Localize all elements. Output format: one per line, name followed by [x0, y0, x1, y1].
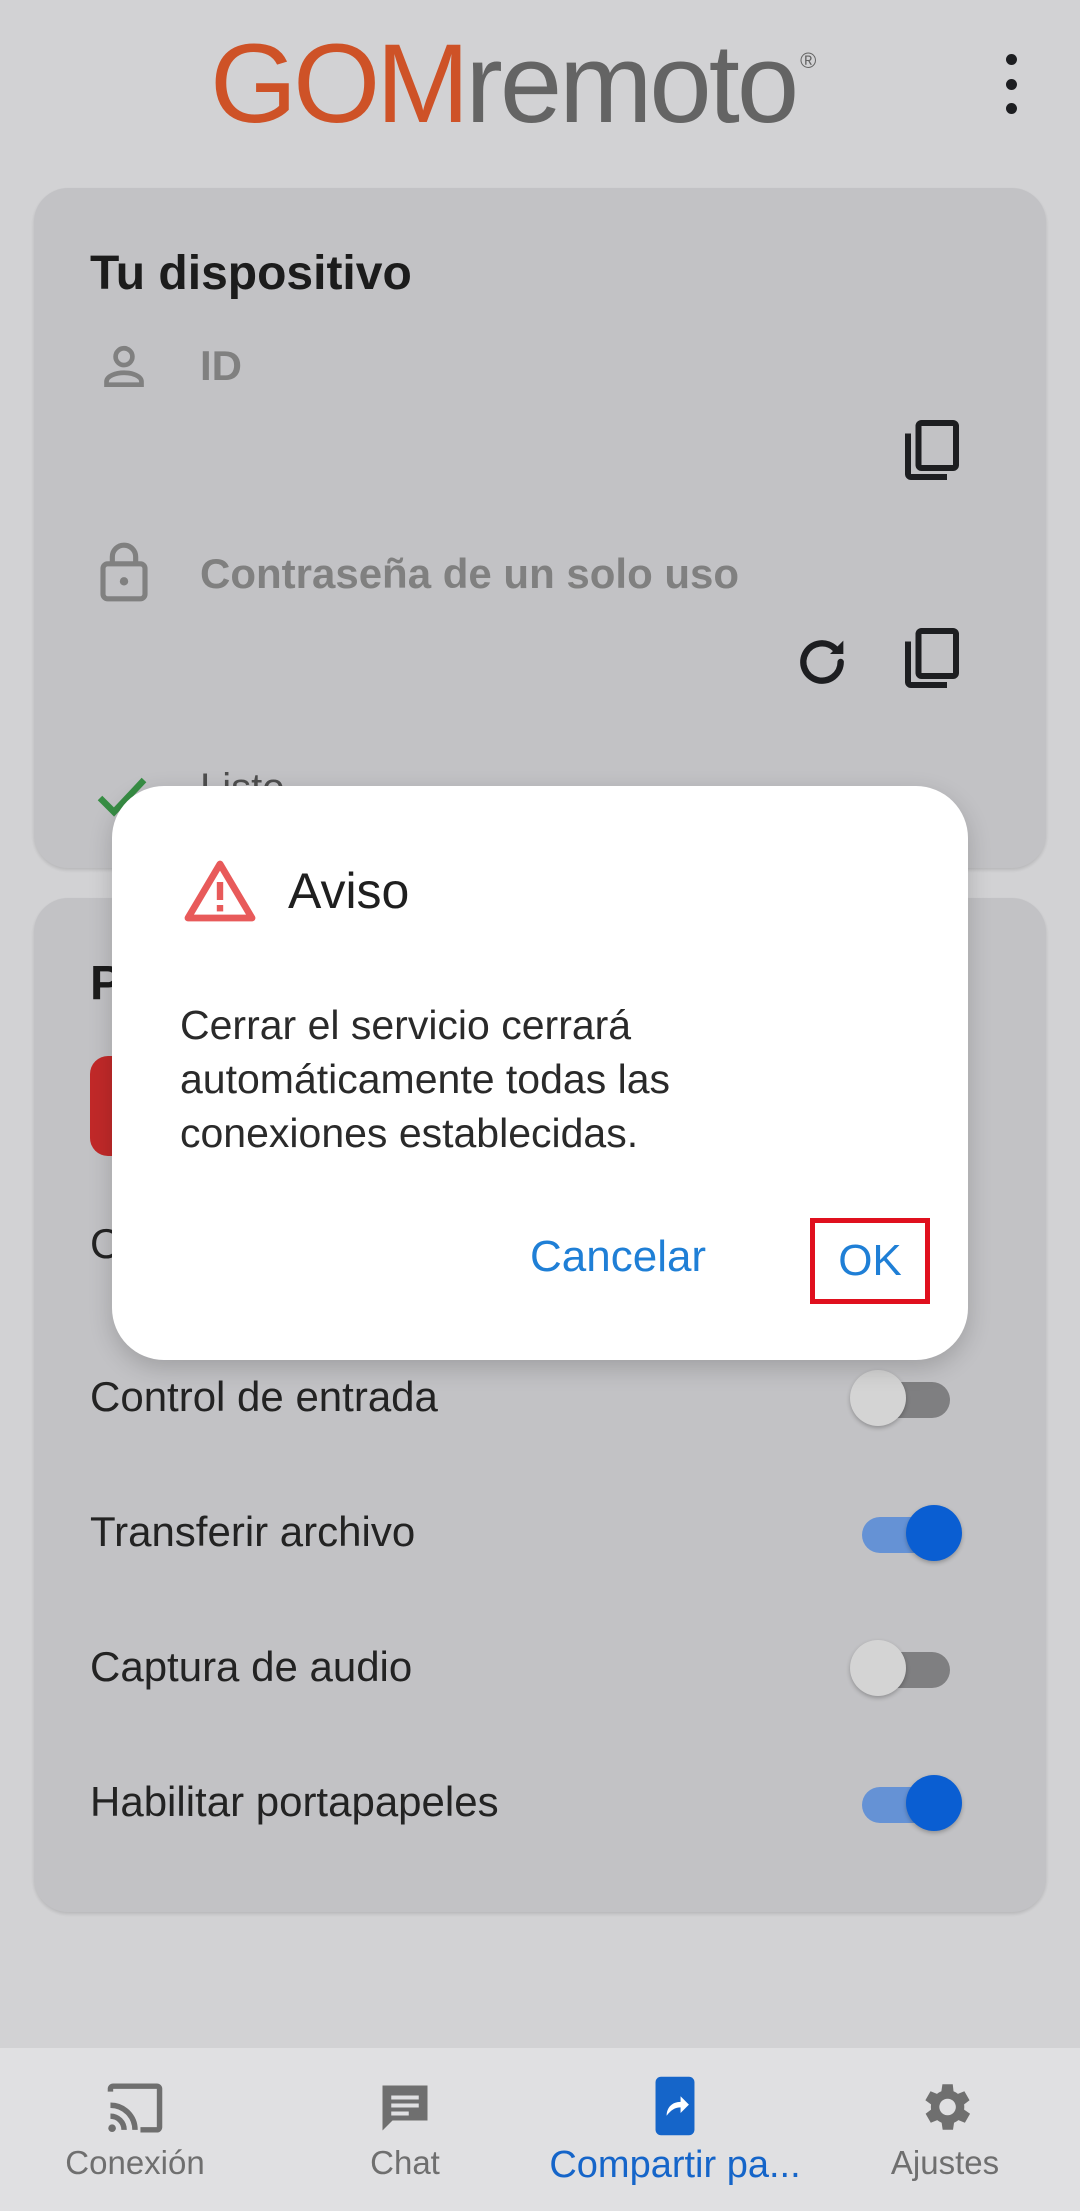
nav-label-chat: Chat	[370, 2144, 440, 2181]
cast-icon	[102, 2078, 168, 2138]
nav-item-conexion[interactable]: Conexión	[30, 2048, 240, 2211]
cancel-button[interactable]: Cancelar	[530, 1232, 706, 1282]
ok-button[interactable]: OK	[810, 1218, 930, 1304]
dialog-message: Cerrar el servicio cerrará automáticamen…	[180, 1002, 670, 1156]
chat-icon	[375, 2078, 435, 2138]
nav-label-share-screen: Compartir pa...	[549, 2144, 801, 2186]
ok-button-label: OK	[838, 1236, 902, 1285]
nav-label-ajustes: Ajustes	[890, 2144, 1000, 2181]
nav-item-chat[interactable]: Chat	[300, 2048, 510, 2211]
bottom-navigation: Conexión Chat Compartir pa... Ajustes	[0, 2048, 1080, 2211]
dialog-title: Aviso	[288, 863, 410, 919]
warning-icon	[182, 858, 258, 924]
warning-dialog: Aviso Cerrar el servicio cerrará automát…	[112, 786, 968, 1360]
nav-item-ajustes[interactable]: Ajustes	[840, 2048, 1050, 2211]
nav-label-conexion: Conexión	[65, 2144, 205, 2181]
settings-icon	[914, 2076, 976, 2138]
nav-item-share-screen[interactable]: Compartir pa...	[530, 2048, 820, 2211]
share-screen-icon	[652, 2074, 698, 2138]
